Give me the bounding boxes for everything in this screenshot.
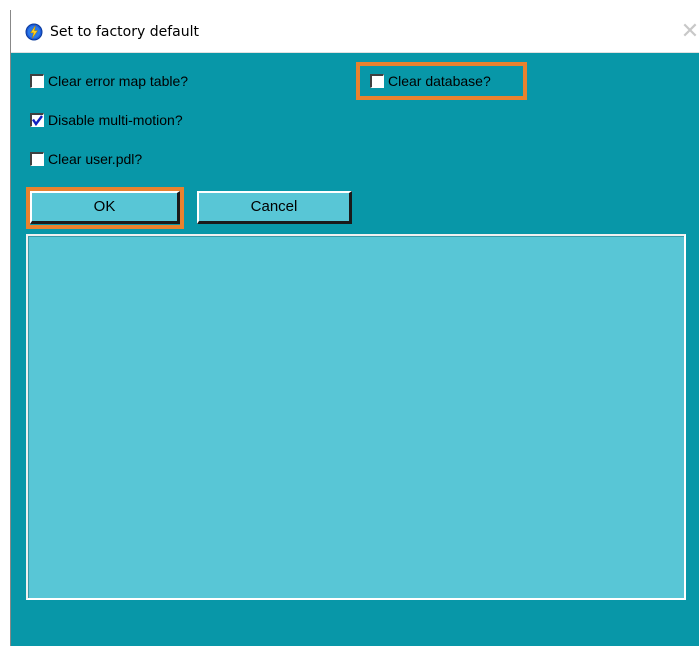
checkmark-icon — [32, 115, 43, 126]
output-log-area[interactable] — [26, 234, 686, 600]
clear-database-checkbox[interactable] — [370, 74, 384, 88]
clear-database-option[interactable]: Clear database? — [370, 73, 491, 89]
clear-user-pdl-label: Clear user.pdl? — [48, 151, 143, 167]
clear-error-map-checkbox[interactable] — [30, 74, 44, 88]
disable-multi-motion-label: Disable multi-motion? — [48, 112, 183, 128]
clear-user-pdl-checkbox[interactable] — [30, 152, 44, 166]
window-title: Set to factory default — [50, 24, 199, 40]
disable-multi-motion-option[interactable]: Disable multi-motion? — [30, 112, 183, 128]
disable-multi-motion-checkbox[interactable] — [30, 113, 44, 127]
lightning-bolt-icon — [25, 23, 43, 41]
clear-database-label: Clear database? — [388, 73, 491, 89]
clear-user-pdl-option[interactable]: Clear user.pdl? — [30, 151, 142, 167]
clear-error-map-label: Clear error map table? — [48, 73, 189, 89]
cancel-button[interactable]: Cancel — [197, 191, 352, 224]
close-icon[interactable]: ✕ — [679, 20, 699, 42]
title-bar: Set to factory default ✕ — [11, 10, 699, 53]
ok-button[interactable]: OK — [30, 191, 180, 224]
clear-error-map-option[interactable]: Clear error map table? — [30, 73, 188, 89]
factory-default-dialog: Set to factory default ✕ Clear error map… — [10, 10, 699, 646]
